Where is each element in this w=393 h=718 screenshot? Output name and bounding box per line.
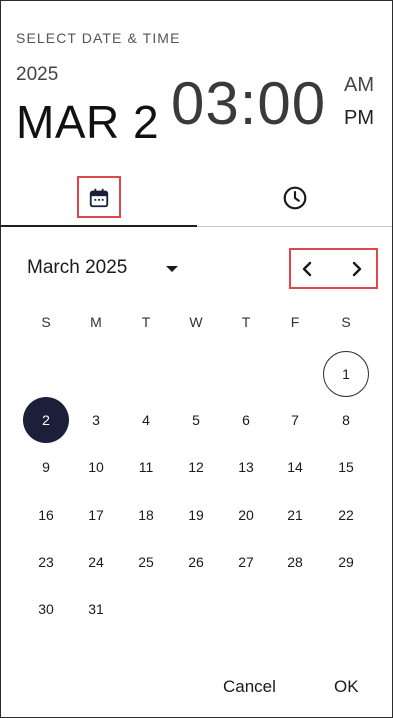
day-cell[interactable]: 25 (123, 539, 169, 585)
day-cell[interactable]: 7 (272, 397, 318, 443)
day-cell[interactable]: 28 (272, 539, 318, 585)
weekday-label: S (41, 314, 51, 330)
month-dropdown-button[interactable] (162, 259, 182, 279)
selected-time-label[interactable]: 03:00 (171, 69, 326, 138)
day-cell[interactable]: 3 (73, 397, 119, 443)
selected-date-label[interactable]: MAR 2 (16, 95, 159, 149)
day-cell[interactable]: 23 (23, 539, 69, 585)
year-label[interactable]: 2025 (16, 64, 58, 86)
tab-time[interactable] (197, 169, 392, 227)
ok-button[interactable]: OK (334, 673, 359, 701)
day-cell-selected[interactable]: 2 (23, 397, 69, 443)
day-cell-today[interactable]: 1 (323, 351, 369, 397)
day-cell[interactable]: 12 (173, 444, 219, 490)
date-time-picker-dialog: SELECT DATE & TIME 2025 MAR 2 03:00 AM P… (0, 0, 393, 718)
day-cell[interactable]: 16 (23, 492, 69, 538)
day-cell[interactable]: 20 (223, 492, 269, 538)
day-cell[interactable]: 10 (73, 444, 119, 490)
day-cell[interactable]: 8 (323, 397, 369, 443)
day-cell[interactable]: 26 (173, 539, 219, 585)
day-cell[interactable]: 5 (173, 397, 219, 443)
day-cell[interactable]: 4 (123, 397, 169, 443)
month-year-label[interactable]: March 2025 (27, 257, 127, 279)
day-cell[interactable]: 29 (323, 539, 369, 585)
weekday-label: W (189, 314, 203, 330)
day-cell[interactable]: 24 (73, 539, 119, 585)
picker-tabs (1, 169, 392, 227)
day-cell[interactable]: 6 (223, 397, 269, 443)
day-cell[interactable]: 17 (73, 492, 119, 538)
active-tab-indicator (1, 225, 197, 227)
day-cell[interactable]: 15 (323, 444, 369, 490)
highlight-box-calendar-tab (77, 176, 121, 218)
weekday-label: T (141, 314, 151, 330)
caret-down-icon (166, 266, 178, 272)
day-cell[interactable]: 19 (173, 492, 219, 538)
am-toggle[interactable]: AM (344, 74, 374, 97)
day-cell[interactable]: 9 (23, 444, 69, 490)
day-cell[interactable]: 14 (272, 444, 318, 490)
day-cell[interactable]: 11 (123, 444, 169, 490)
weekday-label: F (290, 314, 300, 330)
day-cell[interactable]: 31 (73, 586, 119, 632)
day-cell[interactable]: 27 (223, 539, 269, 585)
day-cell[interactable]: 22 (323, 492, 369, 538)
weekday-label: S (341, 314, 351, 330)
weekday-label: M (90, 314, 102, 330)
highlight-box-month-nav (289, 248, 378, 289)
weekday-label: T (241, 314, 251, 330)
day-cell[interactable]: 13 (223, 444, 269, 490)
pm-toggle[interactable]: PM (344, 107, 374, 130)
picker-title: SELECT DATE & TIME (16, 30, 181, 46)
clock-icon (283, 186, 306, 210)
day-cell[interactable]: 30 (23, 586, 69, 632)
cancel-button[interactable]: Cancel (223, 673, 276, 701)
day-cell[interactable]: 18 (123, 492, 169, 538)
day-cell[interactable]: 21 (272, 492, 318, 538)
